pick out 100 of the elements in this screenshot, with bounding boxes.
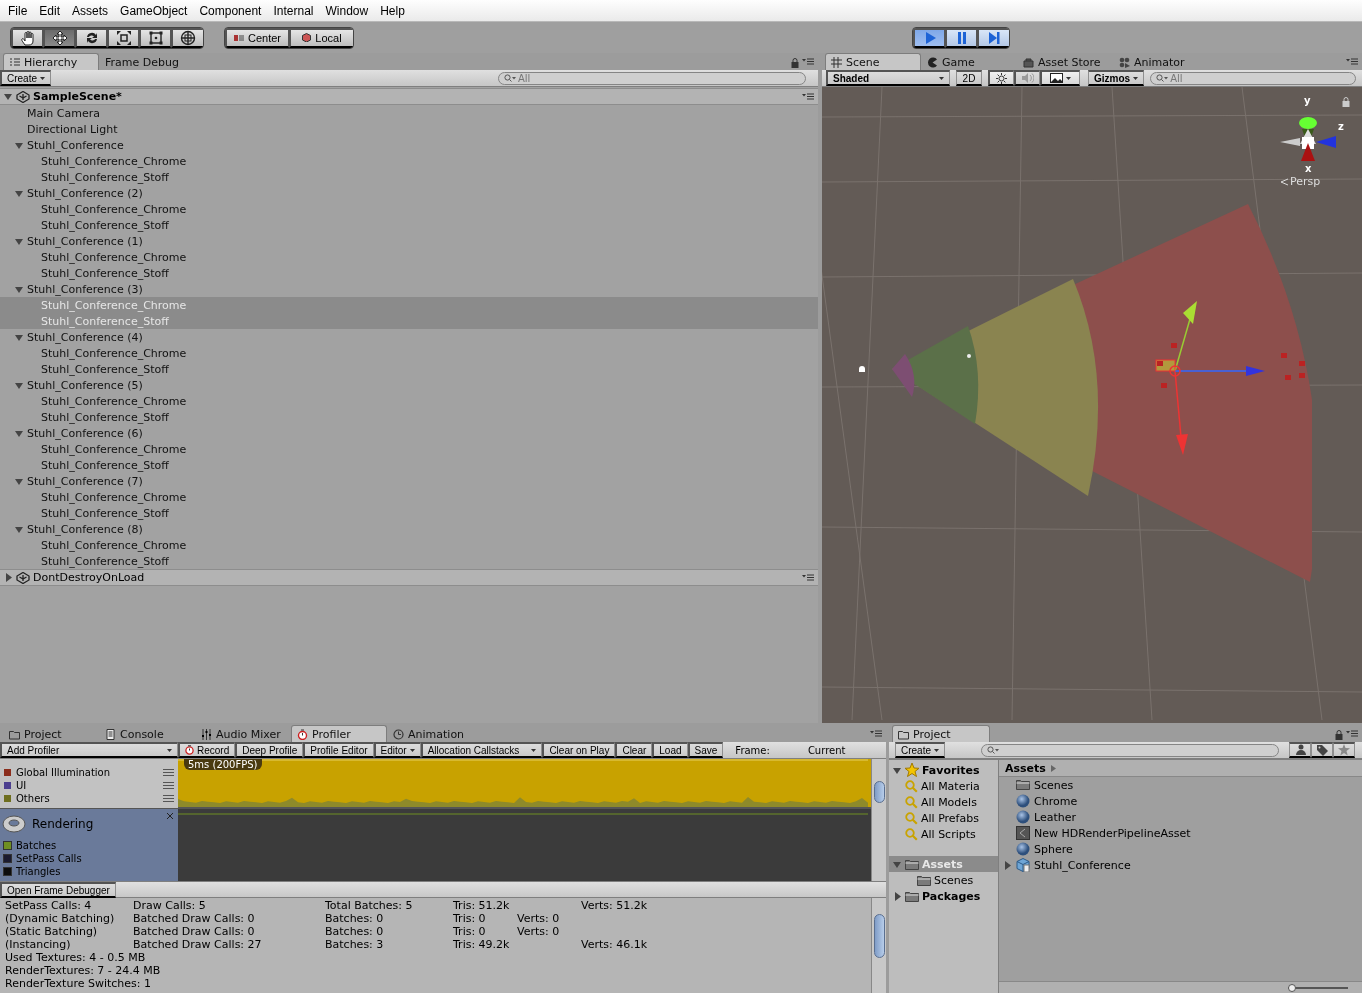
zoom-slider[interactable]	[1288, 984, 1348, 992]
saved-search-item[interactable]: All Prefabs	[889, 810, 998, 826]
expand-arrow[interactable]	[15, 188, 24, 198]
open-frame-debugger-button[interactable]: Open Frame Debugger	[0, 882, 116, 898]
scrollbar[interactable]	[871, 898, 886, 993]
hierarchy-item[interactable]: Stuhl_Conference_Stoff	[0, 361, 818, 377]
expand-arrow[interactable]	[893, 859, 902, 869]
tool-button[interactable]	[75, 27, 107, 48]
tag-filter-button[interactable]	[1311, 742, 1333, 758]
asset-item[interactable]: Sphere	[999, 841, 1362, 857]
expand-arrow[interactable]	[893, 765, 902, 775]
menu-item[interactable]: GameObject	[114, 2, 194, 19]
hierarchy-item[interactable]: Stuhl_Conference	[0, 137, 818, 153]
hierarchy-item[interactable]: Stuhl_Conference (6)	[0, 425, 818, 441]
panel-tab[interactable]: Asset Store	[1017, 53, 1113, 70]
hierarchy-item[interactable]: Stuhl_Conference (1)	[0, 233, 818, 249]
asset-item[interactable]: Leather	[999, 809, 1362, 825]
toolbar-button[interactable]: Deep Profile	[235, 742, 304, 758]
expand-arrow[interactable]	[15, 524, 24, 534]
tool-button[interactable]	[11, 27, 43, 48]
scene-header[interactable]: SampleScene*	[0, 88, 818, 105]
hierarchy-item[interactable]: Stuhl_Conference_Chrome	[0, 201, 818, 217]
expand-arrow[interactable]	[15, 380, 24, 390]
scene-header[interactable]: DontDestroyOnLoad	[0, 569, 818, 586]
hierarchy-item[interactable]: Stuhl_Conference_Stoff	[0, 169, 818, 185]
hierarchy-item[interactable]: Directional Light	[0, 121, 818, 137]
close-icon[interactable]	[166, 812, 174, 820]
asset-item[interactable]: Stuhl_Conference	[999, 857, 1362, 873]
create-dropdown[interactable]: Create	[0, 70, 51, 86]
saved-search-item[interactable]: All Models	[889, 794, 998, 810]
search-field[interactable]	[981, 743, 1279, 757]
asset-item[interactable]: New HDRenderPipelineAsset	[999, 825, 1362, 841]
hierarchy-item[interactable]: Stuhl_Conference_Chrome	[0, 537, 818, 553]
toggle-button[interactable]: Local	[289, 27, 353, 48]
toolbar-dropdown[interactable]: Editor	[373, 742, 421, 758]
toggle-button[interactable]: Center	[225, 27, 289, 48]
toolbar-button[interactable]: Record	[178, 742, 236, 758]
play-control-button[interactable]	[945, 27, 977, 48]
panel-tab[interactable]: Console	[99, 725, 195, 742]
hierarchy-item[interactable]: Stuhl_Conference_Stoff	[0, 457, 818, 473]
hierarchy-item[interactable]: Stuhl_Conference_Stoff	[0, 505, 818, 521]
expand-arrow[interactable]	[893, 891, 902, 901]
hierarchy-item[interactable]: Stuhl_Conference_Stoff	[0, 553, 818, 569]
tool-button[interactable]	[107, 27, 139, 48]
hierarchy-item[interactable]: Stuhl_Conference_Stoff	[0, 265, 818, 281]
hierarchy-item[interactable]: Stuhl_Conference (5)	[0, 377, 818, 393]
menu-item[interactable]: Internal	[267, 2, 320, 19]
saved-search-item[interactable]: All Materia	[889, 778, 998, 794]
toolbar-button[interactable]: Save	[687, 742, 724, 758]
effects-dropdown[interactable]	[1040, 70, 1080, 86]
hierarchy-item[interactable]: Stuhl_Conference_Chrome	[0, 153, 818, 169]
hierarchy-item[interactable]: Stuhl_Conference_Stoff	[0, 409, 818, 425]
expand-arrow[interactable]	[1003, 860, 1012, 870]
play-control-button[interactable]	[977, 27, 1009, 48]
toolbar-button[interactable]: Load	[652, 742, 688, 758]
tool-button[interactable]	[171, 27, 203, 48]
panel-tab[interactable]: Audio Mixer	[195, 725, 291, 742]
add-profiler-dropdown[interactable]: Add Profiler	[0, 742, 178, 758]
panel-tab[interactable]: Game	[921, 53, 1017, 70]
panel-tab[interactable]: Profiler	[291, 725, 387, 742]
toolbar-button[interactable]: Clear on Play	[542, 742, 616, 758]
hierarchy-item[interactable]: Stuhl_Conference_Chrome	[0, 489, 818, 505]
toolbar-button[interactable]: Profile Editor	[303, 742, 374, 758]
hierarchy-item[interactable]: Stuhl_Conference_Chrome	[0, 345, 818, 361]
menu-item[interactable]: Assets	[66, 2, 115, 19]
panel-tab[interactable]: Animator	[1113, 53, 1209, 70]
person-filter-button[interactable]	[1289, 742, 1311, 758]
favorites-header[interactable]: Favorites	[889, 762, 998, 778]
hierarchy-item[interactable]: Stuhl_Conference (4)	[0, 329, 818, 345]
play-control-button[interactable]	[913, 27, 945, 48]
hierarchy-item[interactable]: Stuhl_Conference_Chrome	[0, 393, 818, 409]
menu-item[interactable]: Help	[374, 2, 411, 19]
asset-item[interactable]: Chrome	[999, 793, 1362, 809]
expand-arrow[interactable]	[15, 236, 24, 246]
panel-tab[interactable]: Project	[892, 725, 990, 742]
expand-arrow[interactable]	[15, 140, 24, 150]
hierarchy-item[interactable]: Stuhl_Conference (3)	[0, 281, 818, 297]
menu-item[interactable]: Edit	[33, 2, 67, 19]
panel-tab[interactable]: Frame Debug	[99, 53, 195, 70]
saved-search-item[interactable]: All Scripts	[889, 826, 998, 842]
scrollbar[interactable]	[871, 759, 886, 881]
tool-button[interactable]	[139, 27, 171, 48]
menu-item[interactable]: Window	[319, 2, 375, 19]
asset-item[interactable]: Scenes	[999, 777, 1362, 793]
expand-arrow[interactable]	[15, 476, 24, 486]
folder-item[interactable]: Packages	[889, 888, 998, 904]
expand-arrow[interactable]	[4, 92, 13, 101]
hierarchy-item[interactable]: Stuhl_Conference (8)	[0, 521, 818, 537]
expand-arrow[interactable]	[15, 332, 24, 342]
create-dropdown[interactable]: Create	[895, 742, 945, 758]
hierarchy-item[interactable]: Stuhl_Conference (7)	[0, 473, 818, 489]
tool-button[interactable]	[43, 27, 75, 48]
panel-tab[interactable]: Scene	[825, 53, 921, 70]
favorite-button[interactable]	[1333, 742, 1355, 758]
panel-tab[interactable]: Hierarchy	[3, 53, 99, 70]
panel-tab[interactable]: Project	[3, 725, 99, 742]
breadcrumb[interactable]: Assets	[999, 760, 1362, 777]
hierarchy-item[interactable]: Stuhl_Conference (2)	[0, 185, 818, 201]
toolbar-dropdown[interactable]: Allocation Callstacks	[420, 742, 543, 758]
hierarchy-item[interactable]: Main Camera	[0, 105, 818, 121]
